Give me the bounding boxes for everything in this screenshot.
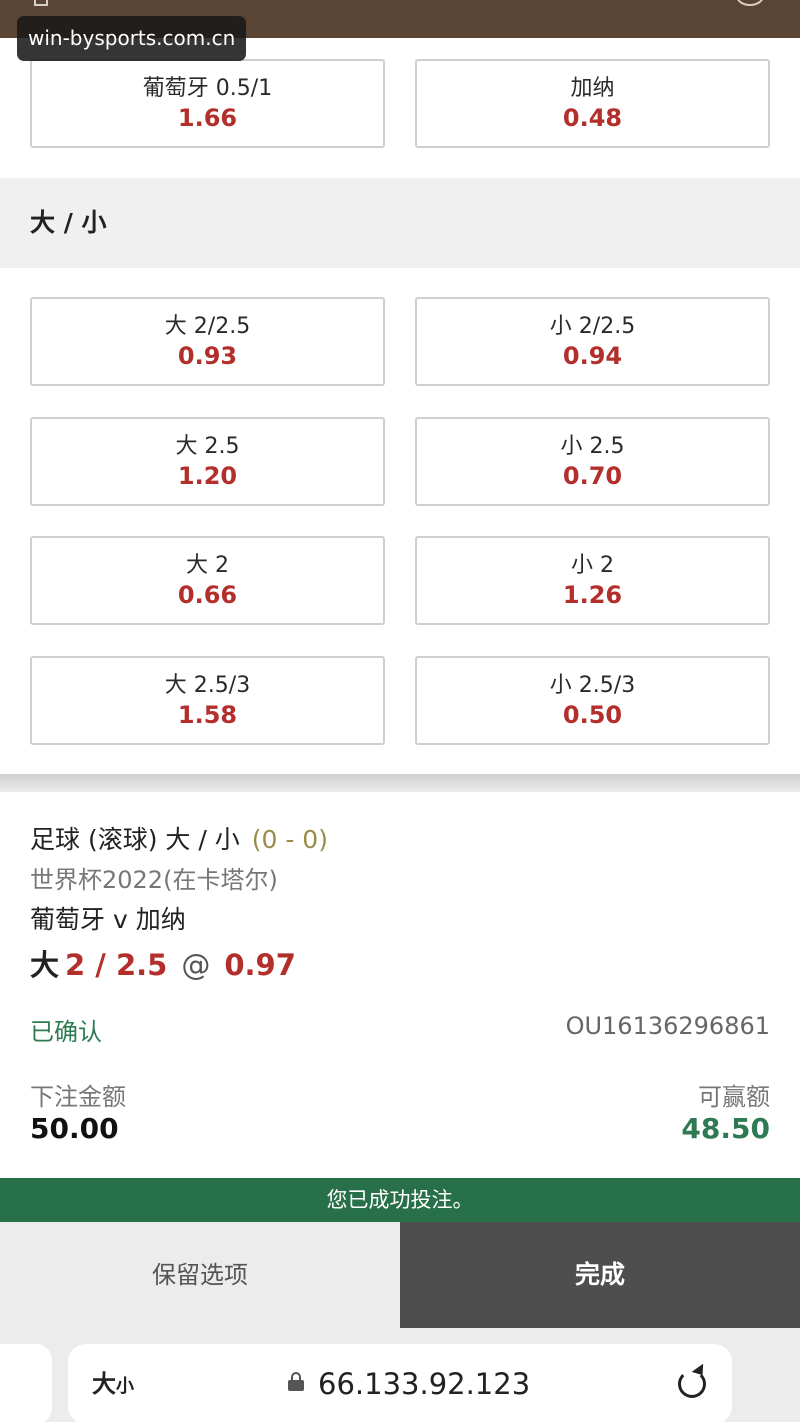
odds-button-handicap-home[interactable]: 葡萄牙 0.5/1 1.66 xyxy=(30,59,385,148)
odds-value: 0.48 xyxy=(562,104,623,132)
selection: 大2 / 2.5 @0.97 xyxy=(30,942,296,984)
over-under-title: 大 / 小 xyxy=(30,208,107,237)
odds-button-over[interactable]: 大 2.5/3 1.58 xyxy=(30,656,385,745)
menu-icon[interactable] xyxy=(34,0,48,6)
lock-icon xyxy=(288,1372,304,1391)
odds-value: 0.70 xyxy=(562,462,623,490)
selection-odds: 0.97 xyxy=(224,948,296,982)
odds-label: 小 2/2.5 xyxy=(549,314,636,339)
odds-value: 0.66 xyxy=(177,581,238,609)
account-icon[interactable] xyxy=(736,0,764,6)
selection-prefix: 大 xyxy=(30,948,60,982)
odds-button-over[interactable]: 大 2 0.66 xyxy=(30,536,385,625)
text-size-button[interactable]: 大小 xyxy=(92,1344,134,1422)
odds-value: 0.94 xyxy=(562,342,623,370)
odds-button-under[interactable]: 小 2/2.5 0.94 xyxy=(415,297,770,386)
address-bar[interactable]: 大小 66.133.92.123 xyxy=(68,1344,732,1422)
keep-selections-button[interactable]: 保留选项 xyxy=(0,1222,400,1328)
odds-label: 小 2 xyxy=(571,553,614,578)
bet-slip: 足球 (滚球) 大 / 小 (0 - 0) 世界杯2022(在卡塔尔) 葡萄牙 v… xyxy=(0,792,800,1178)
odds-button-over[interactable]: 大 2/2.5 0.93 xyxy=(30,297,385,386)
reload-icon[interactable] xyxy=(678,1370,706,1398)
odds-value: 1.58 xyxy=(177,701,238,729)
at-symbol: @ xyxy=(181,948,211,982)
watermark: win-bysports.com.cn xyxy=(17,16,247,61)
success-banner: 您已成功投注。 xyxy=(0,1178,800,1222)
divider xyxy=(0,774,800,792)
bet-reference: OU16136296861 xyxy=(565,1012,770,1040)
odds-value: 1.66 xyxy=(177,104,238,132)
tab-switcher[interactable] xyxy=(0,1344,52,1422)
status-badge: 已确认 xyxy=(30,1018,102,1046)
match-name: 葡萄牙 v 加纳 xyxy=(30,905,186,934)
competition: 世界杯2022(在卡塔尔) xyxy=(30,866,278,894)
text-size-large: 大 xyxy=(92,1370,116,1398)
odds-label: 大 2.5/3 xyxy=(164,673,251,698)
selection-line: 2 / 2.5 xyxy=(65,948,168,982)
odds-value: 0.50 xyxy=(562,701,623,729)
bet-market: 足球 (滚球) 大 / 小 (0 - 0) xyxy=(30,820,328,856)
over-under-section: 大 2/2.5 0.93 小 2/2.5 0.94 大 2.5 1.20 小 2… xyxy=(0,268,800,774)
over-under-header[interactable]: 大 / 小 xyxy=(0,178,800,268)
text-size-small: 小 xyxy=(116,1376,134,1397)
score: (0 - 0) xyxy=(251,825,328,854)
odds-label: 大 2 xyxy=(186,553,229,578)
odds-button-under[interactable]: 小 2.5 0.70 xyxy=(415,417,770,506)
odds-value: 1.20 xyxy=(177,462,238,490)
odds-button-under[interactable]: 小 2 1.26 xyxy=(415,536,770,625)
url-text[interactable]: 66.133.92.123 xyxy=(318,1344,530,1422)
done-button[interactable]: 完成 xyxy=(400,1222,800,1328)
stake-label: 下注金额 xyxy=(30,1083,126,1111)
odds-label: 大 2/2.5 xyxy=(164,314,251,339)
odds-label: 加纳 xyxy=(570,76,615,101)
odds-label: 葡萄牙 0.5/1 xyxy=(142,76,273,101)
odds-label: 小 2.5 xyxy=(560,434,625,459)
odds-button-handicap-away[interactable]: 加纳 0.48 xyxy=(415,59,770,148)
odds-value: 1.26 xyxy=(562,581,623,609)
win-label: 可赢额 xyxy=(698,1083,770,1111)
odds-label: 小 2.5/3 xyxy=(549,673,636,698)
odds-button-over[interactable]: 大 2.5 1.20 xyxy=(30,417,385,506)
market-name: 足球 (滚球) 大 / 小 xyxy=(30,825,240,854)
odds-label: 大 2.5 xyxy=(175,434,240,459)
browser-toolbar: 大小 66.133.92.123 xyxy=(0,1328,800,1422)
stake-value: 50.00 xyxy=(30,1112,119,1145)
win-value: 48.50 xyxy=(681,1112,770,1145)
odds-button-under[interactable]: 小 2.5/3 0.50 xyxy=(415,656,770,745)
odds-value: 0.93 xyxy=(177,342,238,370)
